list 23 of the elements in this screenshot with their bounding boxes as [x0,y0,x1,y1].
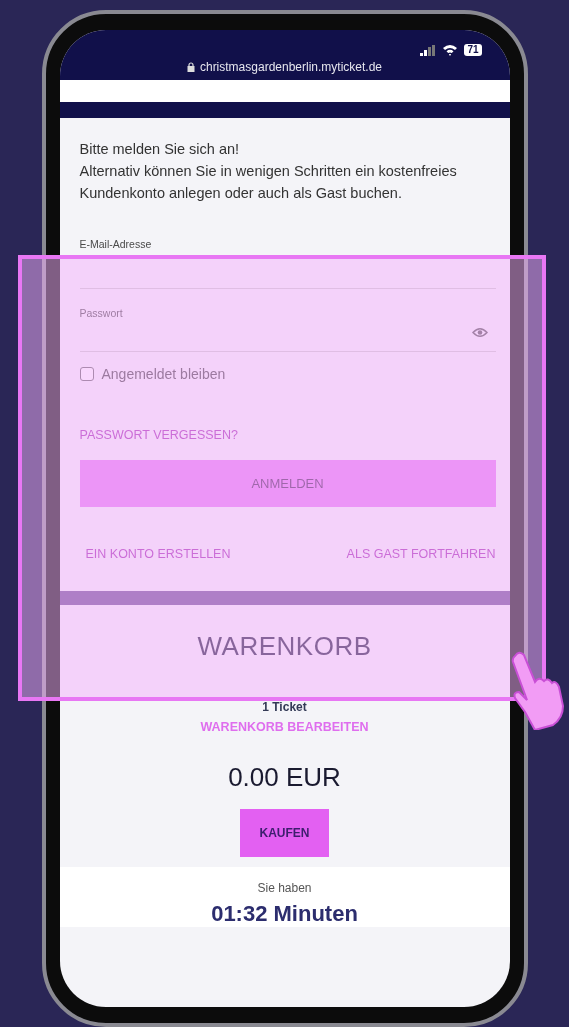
login-button[interactable]: ANMELDEN [79,460,496,507]
forgot-password-link[interactable]: PASSWORT VERGESSEN? [79,428,470,442]
checkbox-label: Angemeldet bleiben [101,366,226,382]
timer-value: 01:32 Minuten [211,901,358,927]
intro-text: Alternativ können Sie in wenigen Schritten ein kostenfreies Kundenkonto anlegen oder auch als Gast buchen. [79,162,458,203]
password-field[interactable]: Passwort [79,307,496,352]
email-field[interactable]: E-Mail-Adresse [79,238,496,289]
checkbox[interactable] [79,367,94,381]
create-account-link[interactable]: EIN KONTO ERSTELLEN [85,547,231,561]
eye-icon[interactable] [471,327,488,338]
intro-text: Bitte melden Sie sich an! [79,140,241,159]
battery-level: 71 [464,44,482,56]
wifi-icon [442,44,459,56]
timer-label: Sie haben [257,881,312,895]
guest-link[interactable]: ALS GAST FORTFAHREN [346,547,496,561]
edit-cart-link[interactable]: WARENKORB BEARBEITEN [200,720,369,734]
signal-icon [420,44,437,56]
lock-icon [186,62,195,72]
ticket-count: 1 Ticket [262,700,307,714]
cart-title: WARENKORB [197,631,372,662]
buy-button[interactable]: KAUFEN [240,809,329,857]
total-price: 0.00 EUR [228,762,341,793]
url-text[interactable]: christmasgardenberlin.myticket.de [199,60,383,74]
